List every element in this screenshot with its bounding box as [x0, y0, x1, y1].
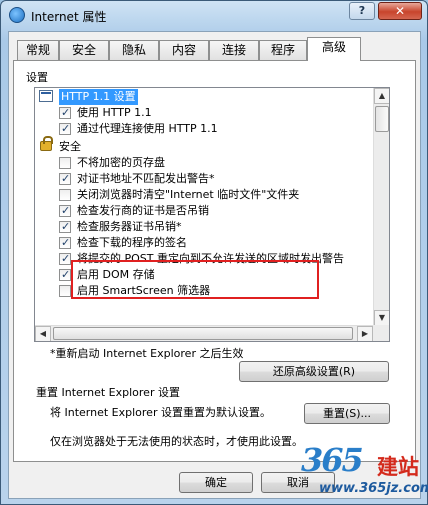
tab-security[interactable]: 安全: [59, 40, 109, 60]
watermark-logo: 365 建站 www.365jz.com: [301, 441, 428, 503]
checkbox[interactable]: ✓: [59, 236, 71, 249]
vertical-scrollbar[interactable]: ▲ ▼: [373, 88, 389, 326]
reset-hint: 仅在浏览器处于无法使用的状态时，才使用此设置。: [50, 435, 303, 448]
lock-icon: [40, 136, 53, 151]
reset-section-title: 重置 Internet Explorer 设置: [36, 386, 180, 399]
checkbox[interactable]: ✓: [59, 122, 71, 135]
scroll-down-icon[interactable]: ▼: [374, 310, 389, 326]
tab-programs[interactable]: 程序: [259, 40, 307, 60]
checkbox[interactable]: ✓: [59, 106, 71, 119]
list-item-label: 检查下载的程序的签名: [77, 236, 187, 249]
restore-advanced-button[interactable]: 还原高级设置(R): [239, 361, 389, 382]
list-item-label: 使用 HTTP 1.1: [77, 106, 152, 119]
annotation-highlight-box: [71, 260, 319, 299]
dialog-body: 常规 安全 隐私 内容 连接 程序 高级 设置 HTTP 1.1 设置 ✓ 使用…: [8, 31, 421, 499]
checkbox[interactable]: ✓: [59, 252, 71, 265]
scroll-right-icon[interactable]: ▶: [357, 326, 373, 341]
restart-note: *重新启动 Internet Explorer 之后生效: [50, 347, 244, 360]
list-item-label: 检查发行商的证书是否吊销: [77, 204, 209, 217]
list-item-label: 安全: [59, 140, 81, 153]
checkbox[interactable]: ✓: [59, 204, 71, 217]
window-title: Internet 属性: [31, 10, 107, 24]
internet-options-window: Internet 属性 ? ✕ 常规 安全 隐私 内容 连接 程序 高级 设置 …: [0, 0, 428, 505]
internet-globe-icon: [9, 7, 25, 23]
scroll-corner: [373, 325, 389, 341]
help-button[interactable]: ?: [349, 2, 375, 20]
watermark-url: www.365jz.com: [319, 481, 428, 496]
checkbox[interactable]: ✓: [59, 220, 71, 233]
checkbox[interactable]: ✓: [59, 268, 71, 281]
tab-advanced[interactable]: 高级: [307, 37, 361, 61]
checkbox[interactable]: ✓: [59, 172, 71, 185]
checkbox[interactable]: [59, 189, 71, 201]
watermark-name: 建站: [377, 455, 419, 479]
checkbox[interactable]: [59, 157, 71, 169]
scroll-up-icon[interactable]: ▲: [374, 88, 389, 104]
tab-privacy[interactable]: 隐私: [109, 40, 159, 60]
settings-list[interactable]: HTTP 1.1 设置 ✓ 使用 HTTP 1.1 ✓ 通过代理连接使用 HTT…: [34, 87, 390, 342]
list-item-label: 对证书地址不匹配发出警告*: [77, 172, 215, 185]
scroll-thumb[interactable]: [375, 106, 389, 132]
settings-group-label: 设置: [26, 71, 48, 84]
list-item-label: HTTP 1.1 设置: [59, 89, 138, 105]
checkbox[interactable]: [59, 285, 71, 297]
tab-general[interactable]: 常规: [17, 40, 59, 60]
tab-connections[interactable]: 连接: [209, 40, 259, 60]
folder-icon: [39, 90, 53, 102]
scroll-left-icon[interactable]: ◀: [35, 326, 51, 341]
close-button[interactable]: ✕: [378, 2, 422, 20]
list-item-label: 不将加密的页存盘: [77, 156, 165, 169]
list-item-label: 通过代理连接使用 HTTP 1.1: [77, 122, 218, 135]
advanced-panel: 设置 HTTP 1.1 设置 ✓ 使用 HTTP 1.1 ✓ 通过代理连接使用 …: [13, 60, 416, 462]
list-item-label: 检查服务器证书吊销*: [77, 220, 182, 233]
ok-button[interactable]: 确定: [179, 472, 253, 493]
watermark-number: 365: [301, 441, 364, 479]
list-item-label: 关闭浏览器时清空"Internet 临时文件"文件夹: [77, 188, 300, 201]
horizontal-scrollbar[interactable]: ◀ ▶: [35, 325, 373, 341]
tab-content[interactable]: 内容: [159, 40, 209, 60]
horizontal-scroll-thumb[interactable]: [53, 327, 353, 340]
title-bar[interactable]: Internet 属性 ? ✕: [1, 1, 427, 31]
reset-button[interactable]: 重置(S)...: [304, 403, 390, 424]
reset-description: 将 Internet Explorer 设置重置为默认设置。: [50, 406, 271, 419]
